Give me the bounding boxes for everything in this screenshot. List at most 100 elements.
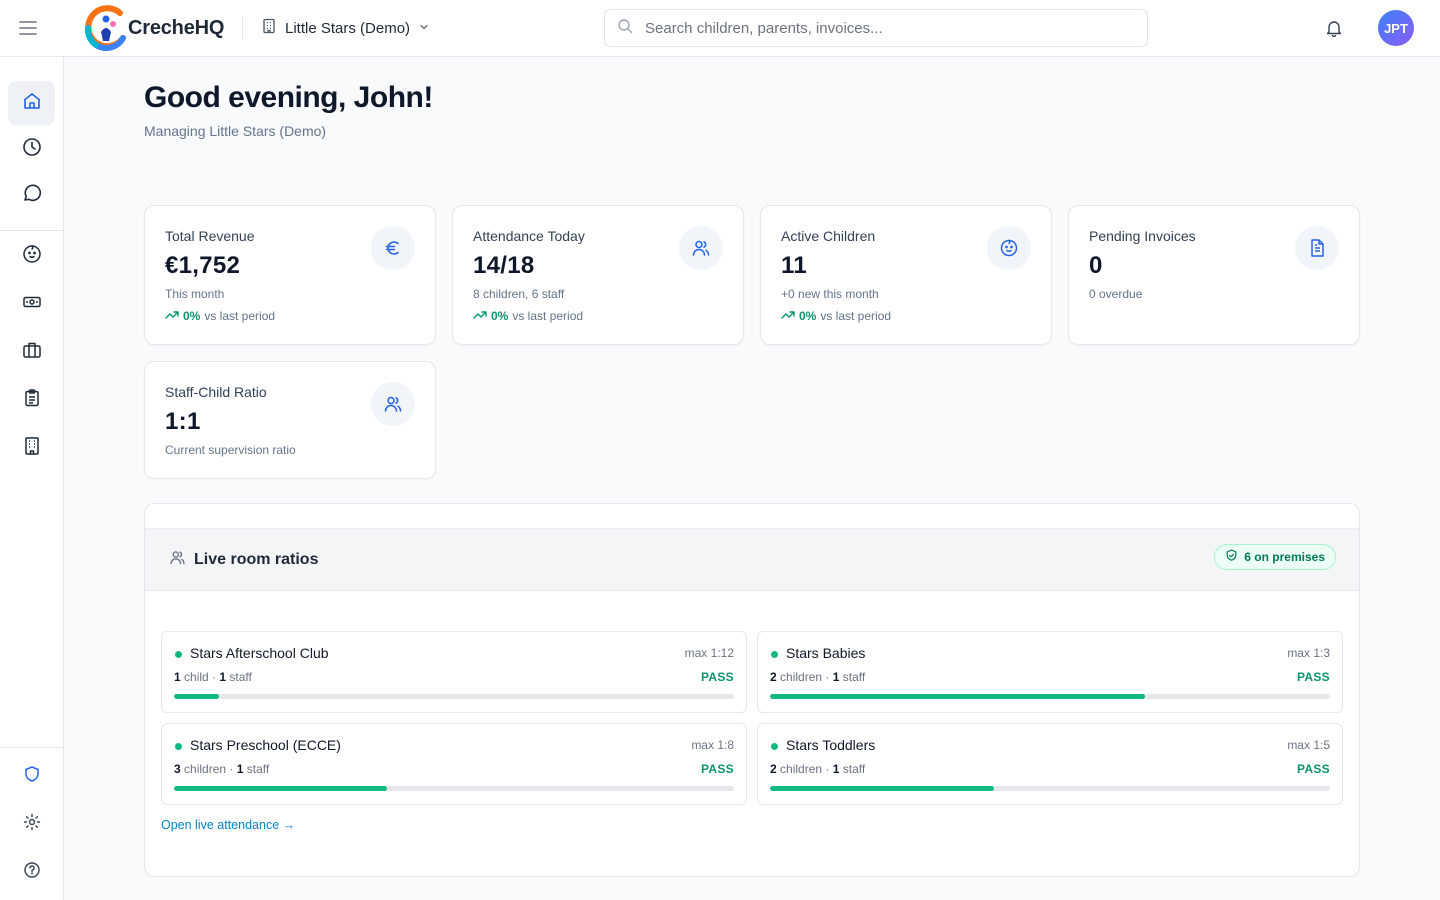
- org-switcher[interactable]: Little Stars (Demo): [261, 16, 430, 40]
- stat-card-invoices[interactable]: Pending Invoices 0 0 overdue: [1068, 205, 1360, 345]
- trend-label: vs last period: [820, 309, 892, 323]
- top-divider: [242, 16, 243, 40]
- users-icon: [371, 382, 415, 426]
- live-room-ratios-panel: Live room ratios 6 on premises Stars Aft…: [144, 503, 1360, 877]
- search-bar[interactable]: [604, 9, 1148, 47]
- stat-title: Attendance Today: [473, 228, 585, 244]
- room-status: PASS: [701, 762, 734, 776]
- shield-check-icon: [1225, 549, 1238, 565]
- users-icon: [679, 226, 723, 270]
- room-name: Stars Babies: [786, 645, 866, 661]
- staff-count: 1: [219, 670, 227, 684]
- trending-up-icon: [473, 309, 487, 323]
- room-card[interactable]: Stars Afterschool Club max 1:12 1 child …: [161, 631, 747, 713]
- search-input[interactable]: [645, 19, 1115, 37]
- stat-value: €1,752: [165, 252, 241, 279]
- file-icon: [1295, 226, 1339, 270]
- org-name: Little Stars (Demo): [285, 19, 411, 37]
- sidebar: [0, 57, 64, 900]
- sidebar-item-messages[interactable]: [8, 173, 55, 217]
- stat-value: 1:1: [165, 408, 201, 435]
- room-card[interactable]: Stars Toddlers max 1:5 2 children · 1 st…: [757, 723, 1343, 805]
- sidebar-item-facility[interactable]: [8, 426, 55, 470]
- baby-icon: [22, 244, 42, 269]
- room-status: PASS: [1297, 670, 1330, 684]
- clock-icon: [22, 137, 42, 162]
- page-subtitle: Managing Little Stars (Demo): [144, 123, 327, 139]
- building-icon: [22, 436, 42, 461]
- children-count: 2: [770, 670, 777, 684]
- stat-subtext: +0 new this month: [781, 287, 879, 301]
- sidebar-item-billing[interactable]: [8, 282, 55, 326]
- banknote-icon: [22, 292, 42, 317]
- message-icon: [22, 183, 42, 208]
- stat-title: Staff-Child Ratio: [165, 384, 267, 400]
- sidebar-item-attendance[interactable]: [8, 127, 55, 171]
- open-live-attendance-link[interactable]: Open live attendance →: [161, 818, 295, 832]
- staff-count: 1: [236, 762, 244, 776]
- top-bar: CrecheHQ Little Stars (Demo) JPT: [0, 0, 1440, 57]
- sidebar-item-children[interactable]: [8, 234, 55, 278]
- shield-icon: [23, 765, 41, 788]
- stat-title: Pending Invoices: [1089, 228, 1196, 244]
- status-dot: [771, 743, 778, 750]
- children-label: children: [780, 670, 823, 684]
- stat-card-revenue[interactable]: Total Revenue €1,752 This month 0% vs la…: [144, 205, 436, 345]
- stat-subtext: 0 overdue: [1089, 287, 1143, 301]
- sidebar-item-settings[interactable]: [8, 802, 55, 846]
- children-count: 3: [174, 762, 181, 776]
- children-label: children: [184, 762, 227, 776]
- users-icon: [169, 549, 186, 571]
- staff-label: staff: [842, 762, 866, 776]
- sidebar-item-security[interactable]: [8, 754, 55, 798]
- sidebar-item-help[interactable]: [8, 850, 55, 894]
- trend-label: vs last period: [512, 309, 584, 323]
- trending-up-icon: [781, 309, 795, 323]
- room-name: Stars Toddlers: [786, 737, 876, 753]
- euro-icon: [371, 226, 415, 270]
- room-card[interactable]: Stars Babies max 1:3 2 children · 1 staf…: [757, 631, 1343, 713]
- help-icon: [23, 861, 41, 884]
- sidebar-item-reports[interactable]: [8, 378, 55, 422]
- chevron-down-icon: [418, 20, 430, 37]
- menu-icon[interactable]: [16, 16, 40, 40]
- stat-title: Active Children: [781, 228, 876, 244]
- room-counts: 2 children · 1 staff: [770, 670, 866, 684]
- panel-title-text: Live room ratios: [194, 551, 319, 568]
- briefcase-icon: [22, 340, 42, 365]
- stat-subtext: This month: [165, 287, 225, 301]
- stat-card-attendance[interactable]: Attendance Today 14/18 8 children, 6 sta…: [452, 205, 744, 345]
- room-max-ratio: max 1:8: [691, 738, 734, 752]
- stat-card-ratio[interactable]: Staff-Child Ratio 1:1 Current supervisio…: [144, 361, 436, 479]
- sidebar-item-home[interactable]: [8, 81, 55, 125]
- room-ratio-bar: [174, 786, 734, 791]
- room-ratio-bar: [770, 694, 1330, 699]
- stat-value: 0: [1089, 252, 1103, 279]
- room-max-ratio: max 1:5: [1287, 738, 1330, 752]
- stat-subtext: Current supervision ratio: [165, 443, 296, 457]
- stat-value: 11: [781, 252, 807, 279]
- user-avatar[interactable]: JPT: [1378, 10, 1414, 46]
- status-dot: [175, 743, 182, 750]
- room-card[interactable]: Stars Preschool (ECCE) max 1:8 3 childre…: [161, 723, 747, 805]
- bell-icon[interactable]: [1323, 17, 1345, 39]
- room-max-ratio: max 1:3: [1287, 646, 1330, 660]
- trending-up-icon: [165, 309, 179, 323]
- page-title: Good evening, John!: [144, 81, 433, 114]
- panel-header: Live room ratios 6 on premises: [145, 528, 1359, 591]
- stat-card-children[interactable]: Active Children 11 +0 new this month 0% …: [760, 205, 1052, 345]
- children-label: children: [780, 762, 823, 776]
- sidebar-item-staff[interactable]: [8, 330, 55, 374]
- room-ratio-fill: [770, 786, 994, 791]
- stat-title: Total Revenue: [165, 228, 255, 244]
- stat-trend: 0% vs last period: [781, 309, 891, 323]
- on-premises-badge: 6 on premises: [1214, 544, 1336, 570]
- settings-icon: [23, 813, 41, 836]
- trend-label: vs last period: [204, 309, 276, 323]
- app-logo[interactable]: CrecheHQ: [82, 4, 224, 52]
- sidebar-divider: [0, 230, 63, 231]
- room-ratio-bar: [770, 786, 1330, 791]
- staff-label: staff: [229, 670, 252, 684]
- room-status: PASS: [1297, 762, 1330, 776]
- room-ratio-fill: [174, 786, 387, 791]
